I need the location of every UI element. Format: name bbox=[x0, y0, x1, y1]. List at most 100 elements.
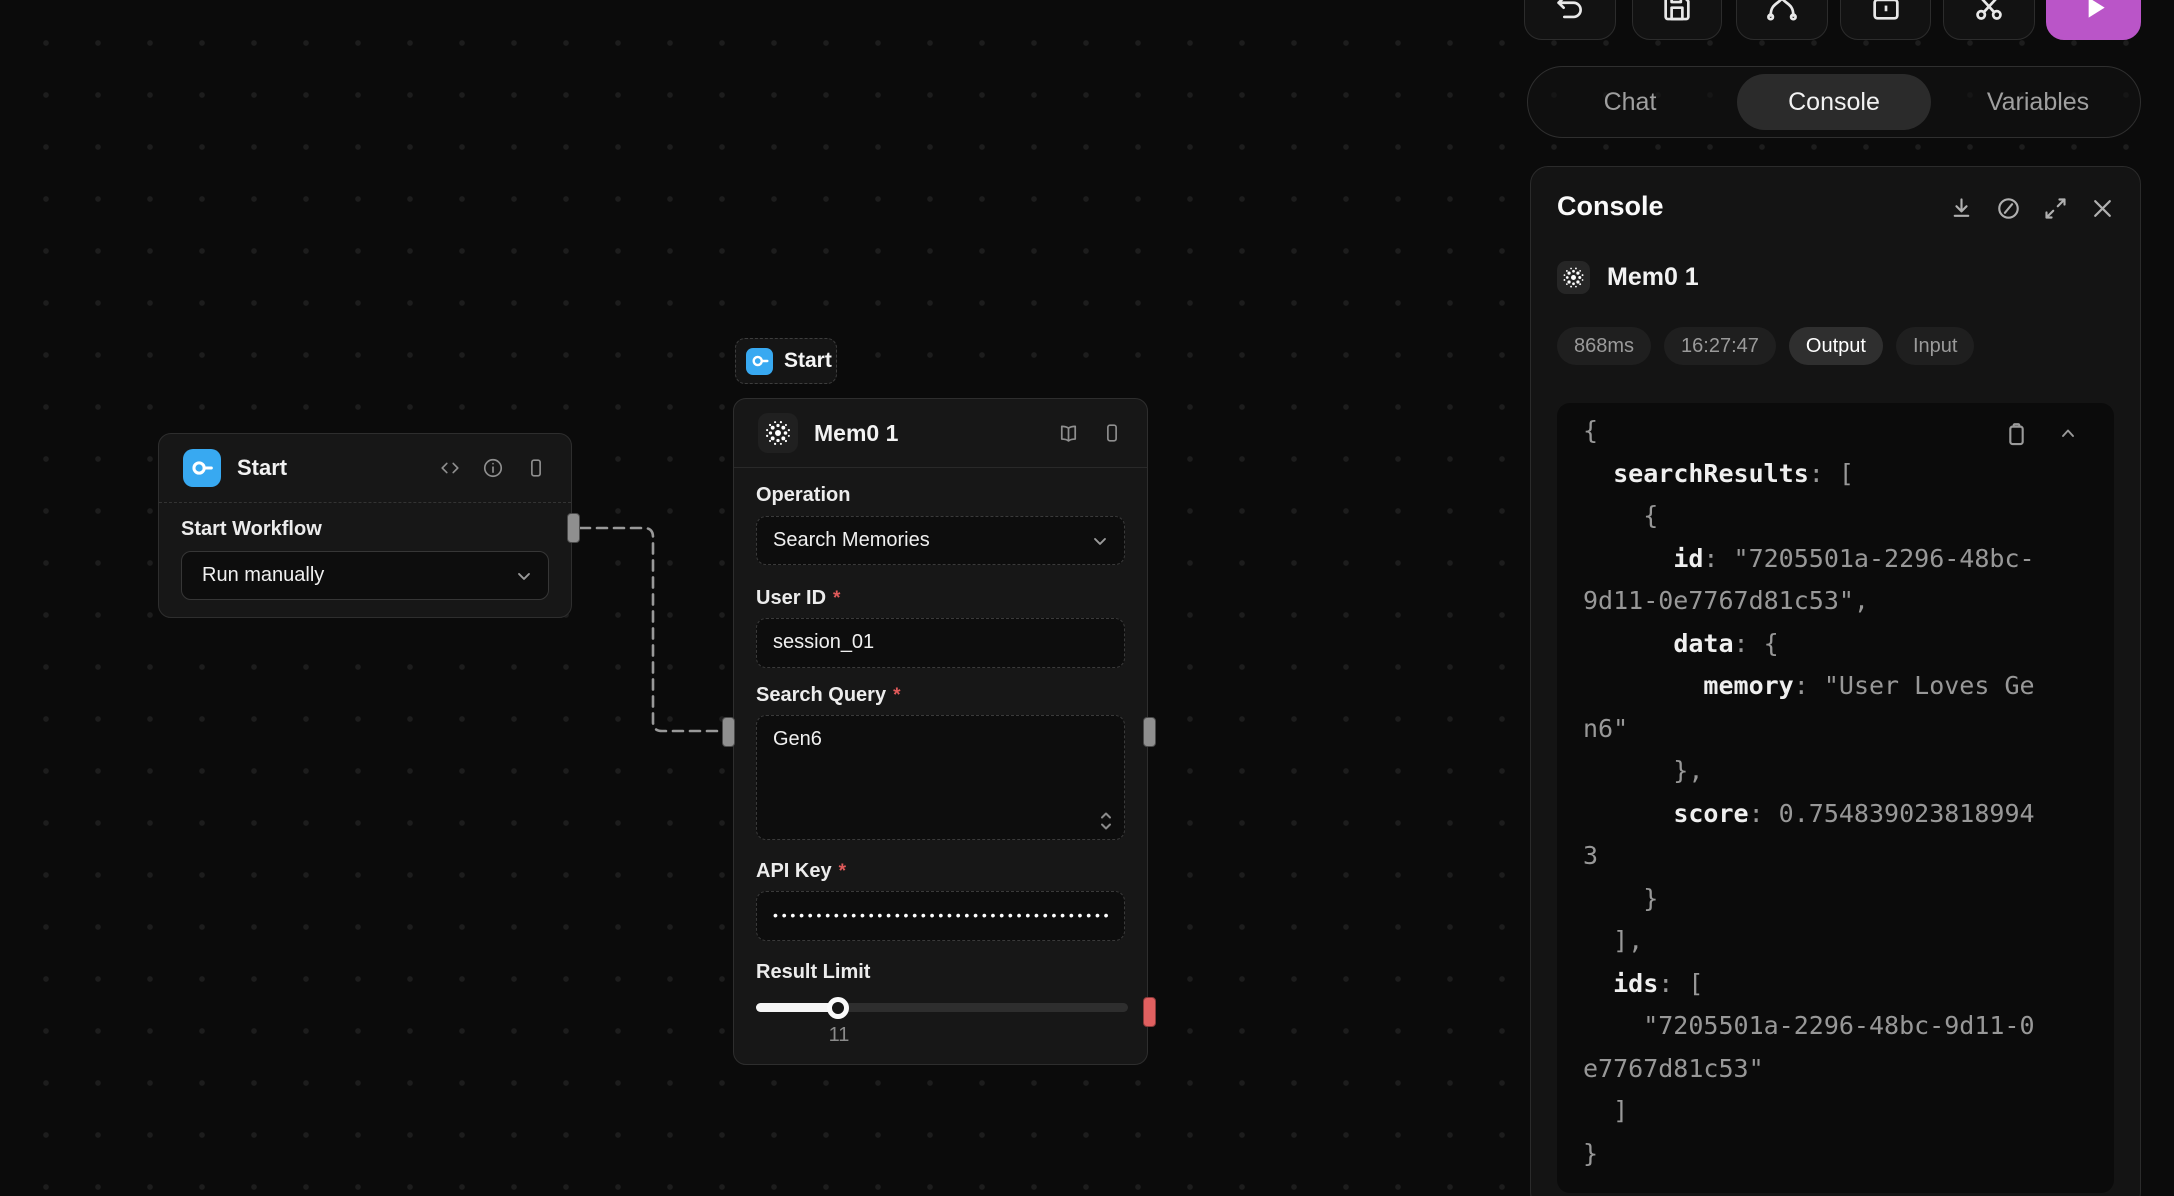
code-line: ], bbox=[1583, 920, 2114, 963]
save-icon bbox=[1660, 0, 1694, 24]
share-nodes-icon bbox=[1765, 0, 1799, 24]
code-line: memory: "User Loves Ge bbox=[1583, 665, 2114, 708]
required-asterisk: * bbox=[839, 861, 846, 883]
mem0-node-header: Mem0 1 bbox=[734, 399, 1147, 468]
code-line: e7767d81c53" bbox=[1583, 1048, 2114, 1091]
required-asterisk: * bbox=[893, 685, 900, 707]
console-node-name: Mem0 1 bbox=[1607, 263, 1699, 292]
operation-label: Operation bbox=[756, 484, 1125, 507]
api-key-label: API Key bbox=[756, 860, 832, 883]
code-line: ] bbox=[1583, 1090, 2114, 1133]
layout-icon bbox=[1869, 0, 1903, 24]
run-button[interactable] bbox=[2046, 0, 2141, 40]
console-panel-title: Console bbox=[1557, 191, 1664, 222]
copy-icon[interactable] bbox=[2003, 421, 2030, 448]
console-output-code: { searchResults: [ { id: "7205501a-2296-… bbox=[1557, 403, 2114, 1193]
panel-icon[interactable] bbox=[1101, 422, 1123, 444]
download-icon[interactable] bbox=[1948, 195, 1975, 222]
save-button[interactable] bbox=[1632, 0, 1722, 40]
api-key-masked-value: ••••••••••••••••••••••••••••••••••••••••… bbox=[773, 892, 1108, 939]
api-key-input[interactable]: ••••••••••••••••••••••••••••••••••••••••… bbox=[756, 891, 1125, 941]
code-line: 9d11-0e7767d81c53", bbox=[1583, 580, 2114, 623]
mem0-logo-icon bbox=[758, 413, 798, 453]
code-line: score: 0.754839023818994 bbox=[1583, 793, 2114, 836]
code-line: }, bbox=[1583, 750, 2114, 793]
code-line: searchResults: [ bbox=[1583, 453, 2114, 496]
code-line: id: "7205501a-2296-48bc- bbox=[1583, 538, 2114, 581]
run-play-icon bbox=[2078, 0, 2110, 23]
tab-variables[interactable]: Variables bbox=[1987, 88, 2089, 117]
code-line: { bbox=[1583, 495, 2114, 538]
start-node-chip[interactable]: Start bbox=[735, 338, 837, 384]
undo-button[interactable] bbox=[1524, 0, 1616, 40]
result-limit-slider[interactable]: 11 bbox=[756, 998, 1125, 1058]
close-icon[interactable] bbox=[2089, 195, 2116, 222]
expand-icon[interactable] bbox=[2042, 195, 2069, 222]
info-icon[interactable] bbox=[482, 457, 504, 479]
scissors-icon bbox=[1972, 0, 2006, 24]
mem0-output-handle[interactable] bbox=[1143, 717, 1156, 747]
console-panel: Console Mem0 1 868ms 16:27:47 Output Inp… bbox=[1530, 166, 2141, 1196]
layout-button[interactable] bbox=[1840, 0, 1931, 40]
code-line: } bbox=[1583, 878, 2114, 921]
collapse-icon[interactable] bbox=[2056, 421, 2080, 445]
resize-handle-icon[interactable] bbox=[1098, 811, 1114, 831]
start-icon bbox=[746, 348, 773, 375]
operation-field: Operation Search Memories bbox=[756, 484, 1125, 565]
share-nodes-button[interactable] bbox=[1736, 0, 1828, 40]
panel-icon[interactable] bbox=[525, 457, 547, 479]
mem0-error-handle[interactable] bbox=[1143, 997, 1156, 1027]
code-line: } bbox=[1583, 1133, 2114, 1176]
chevron-down-icon bbox=[1090, 531, 1110, 551]
result-limit-label: Result Limit bbox=[756, 961, 1125, 984]
start-node-card[interactable]: Start Start Workflow Run manually bbox=[158, 433, 572, 618]
slider-fill bbox=[756, 1003, 838, 1012]
api-key-field: API Key * •••••••••••••••••••••••••••••••… bbox=[756, 860, 1125, 941]
clear-icon[interactable] bbox=[1995, 195, 2022, 222]
trigger-select-value: Run manually bbox=[202, 564, 324, 586]
scissors-button[interactable] bbox=[1943, 0, 2035, 40]
code-lines: { searchResults: [ { id: "7205501a-2296-… bbox=[1583, 410, 2114, 1175]
mem0-node-title: Mem0 1 bbox=[814, 420, 1041, 447]
start-icon bbox=[183, 449, 221, 487]
trigger-select[interactable]: Run manually bbox=[181, 551, 549, 600]
console-node-row: Mem0 1 bbox=[1557, 261, 1699, 294]
edge-start-to-mem0 bbox=[580, 528, 722, 731]
docs-book-icon[interactable] bbox=[1057, 422, 1080, 445]
start-output-handle[interactable] bbox=[567, 513, 580, 543]
input-tab-badge[interactable]: Input bbox=[1896, 327, 1974, 365]
result-limit-field: Result Limit 11 bbox=[756, 961, 1125, 1058]
search-query-label: Search Query bbox=[756, 684, 886, 707]
user-id-input[interactable]: session_01 bbox=[756, 618, 1125, 668]
start-workflow-label: Start Workflow bbox=[181, 518, 549, 541]
operation-select[interactable]: Search Memories bbox=[756, 516, 1125, 565]
search-query-field: Search Query * Gen6 bbox=[756, 684, 1125, 840]
code-line: "7205501a-2296-48bc-9d11-0 bbox=[1583, 1005, 2114, 1048]
slider-thumb[interactable] bbox=[827, 997, 849, 1019]
code-line: data: { bbox=[1583, 623, 2114, 666]
slider-track[interactable] bbox=[756, 1003, 1128, 1012]
start-node-header: Start bbox=[159, 434, 571, 503]
result-limit-value: 11 bbox=[824, 1024, 854, 1047]
chevron-down-icon bbox=[514, 566, 534, 586]
panel-tab-bar: Chat Console Variables bbox=[1527, 66, 2141, 138]
code-line: n6" bbox=[1583, 708, 2114, 751]
mem0-input-handle[interactable] bbox=[722, 717, 735, 747]
required-asterisk: * bbox=[833, 588, 840, 610]
duration-badge: 868ms bbox=[1557, 327, 1651, 365]
code-icon[interactable] bbox=[439, 457, 461, 479]
code-line: 3 bbox=[1583, 835, 2114, 878]
output-tab-badge[interactable]: Output bbox=[1789, 327, 1883, 365]
operation-select-value: Search Memories bbox=[773, 529, 930, 551]
tab-chat[interactable]: Chat bbox=[1604, 88, 1657, 117]
user-id-value: session_01 bbox=[773, 631, 874, 653]
workflow-editor: { "toolbar": { "button_icons": ["undo-ic… bbox=[0, 0, 2174, 1196]
search-query-textarea[interactable]: Gen6 bbox=[756, 715, 1125, 840]
start-node-title: Start bbox=[237, 455, 423, 481]
user-id-label: User ID bbox=[756, 587, 826, 610]
code-line: ids: [ bbox=[1583, 963, 2114, 1006]
start-chip-label: Start bbox=[784, 349, 832, 373]
undo-icon bbox=[1553, 0, 1587, 24]
mem0-node-card[interactable]: Mem0 1 Operation Search Memories User ID… bbox=[733, 398, 1148, 1065]
tab-console[interactable]: Console bbox=[1737, 74, 1931, 130]
